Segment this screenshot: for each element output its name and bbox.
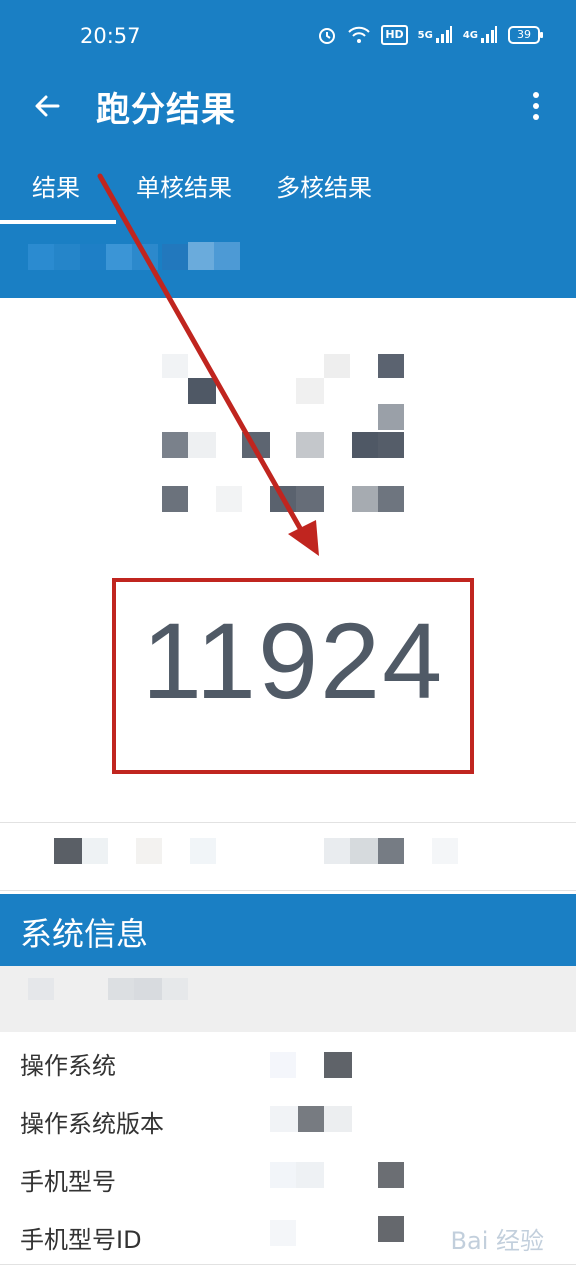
redacted-block bbox=[216, 486, 242, 512]
redacted-block bbox=[106, 244, 132, 270]
page-title: 跑分结果 bbox=[96, 90, 236, 130]
info-label: 手机型号ID bbox=[20, 1226, 142, 1254]
status-icons: HD 5G 4G 39 bbox=[317, 24, 543, 46]
redacted-block bbox=[188, 242, 214, 270]
signal-4g-icon: 4G bbox=[463, 24, 498, 46]
benchmark-score: 11924 bbox=[141, 600, 445, 721]
redacted-value bbox=[270, 1220, 296, 1246]
redacted-value bbox=[298, 1106, 324, 1132]
redacted-value bbox=[296, 1162, 324, 1188]
redacted-block bbox=[378, 486, 404, 512]
tab-single-core[interactable]: 单核结果 bbox=[136, 168, 232, 203]
redacted-block bbox=[162, 978, 188, 1000]
redacted-block bbox=[296, 432, 324, 458]
redacted-value bbox=[270, 1106, 298, 1132]
more-options-icon[interactable] bbox=[518, 86, 554, 126]
redacted-block bbox=[214, 242, 240, 270]
redacted-block bbox=[162, 486, 188, 512]
redacted-block bbox=[296, 486, 324, 512]
redacted-block bbox=[80, 244, 106, 270]
info-row-os-version: 操作系统版本 bbox=[0, 1090, 576, 1149]
redacted-block bbox=[82, 838, 108, 864]
tab-multi-core[interactable]: 多核结果 bbox=[276, 168, 372, 203]
redacted-block bbox=[134, 978, 162, 1000]
redacted-block bbox=[28, 978, 54, 1000]
redacted-value bbox=[270, 1052, 296, 1078]
section-header-system-info: 系统信息 bbox=[0, 894, 576, 966]
divider bbox=[0, 822, 576, 823]
redacted-value bbox=[270, 1162, 296, 1188]
status-bar: 20:57 HD 5G 4G 39 bbox=[0, 0, 576, 72]
signal-4g-label: 4G bbox=[462, 29, 478, 41]
redacted-value bbox=[378, 1162, 404, 1188]
info-label: 操作系统版本 bbox=[20, 1110, 164, 1138]
redacted-block bbox=[132, 244, 158, 270]
app-bar: 跑分结果 bbox=[0, 72, 576, 144]
redacted-block bbox=[188, 432, 216, 458]
redacted-block bbox=[378, 432, 404, 458]
redacted-block bbox=[162, 354, 188, 378]
tab-bar: 结果 单核结果 多核结果 bbox=[0, 144, 576, 224]
tab-results[interactable]: 结果 bbox=[32, 168, 80, 203]
device-name-banner bbox=[0, 224, 576, 298]
redacted-block bbox=[324, 354, 350, 378]
redacted-value bbox=[378, 1216, 404, 1242]
divider bbox=[0, 890, 576, 891]
redacted-block bbox=[162, 244, 188, 270]
redacted-block bbox=[350, 838, 378, 864]
redacted-block bbox=[352, 432, 378, 458]
info-label: 操作系统 bbox=[20, 1052, 116, 1080]
back-arrow-icon[interactable] bbox=[28, 86, 68, 126]
battery-icon: 39 bbox=[508, 26, 543, 44]
system-info-subheader bbox=[0, 966, 576, 1032]
redacted-block bbox=[378, 354, 404, 378]
status-time: 20:57 bbox=[80, 24, 141, 48]
redacted-block bbox=[242, 432, 270, 458]
redacted-block bbox=[190, 838, 216, 864]
redacted-block bbox=[324, 838, 350, 864]
redacted-block bbox=[270, 486, 296, 512]
redacted-block bbox=[432, 838, 458, 864]
redacted-block bbox=[136, 838, 162, 864]
redacted-block bbox=[378, 404, 404, 430]
redacted-value bbox=[324, 1052, 352, 1078]
section-title: 系统信息 bbox=[20, 915, 149, 953]
redacted-block bbox=[108, 978, 134, 1000]
redacted-block bbox=[28, 244, 54, 270]
info-label: 手机型号 bbox=[20, 1168, 116, 1196]
redacted-block bbox=[54, 244, 80, 270]
redacted-block bbox=[54, 838, 82, 864]
signal-5g-label: 5G bbox=[417, 29, 433, 41]
redacted-value bbox=[324, 1106, 352, 1132]
redacted-block bbox=[188, 378, 216, 404]
info-row-os: 操作系统 bbox=[0, 1032, 576, 1091]
signal-5g-icon: 5G bbox=[418, 24, 453, 46]
redacted-block bbox=[352, 486, 378, 512]
alarm-icon bbox=[317, 24, 337, 46]
redacted-block bbox=[378, 838, 404, 864]
redacted-block bbox=[296, 378, 324, 404]
watermark-logo: Bai 经验 bbox=[450, 1227, 544, 1255]
info-row-model: 手机型号 bbox=[0, 1148, 576, 1207]
hd-badge: HD bbox=[381, 25, 408, 45]
redacted-block bbox=[162, 432, 188, 458]
wifi-icon bbox=[347, 24, 371, 46]
